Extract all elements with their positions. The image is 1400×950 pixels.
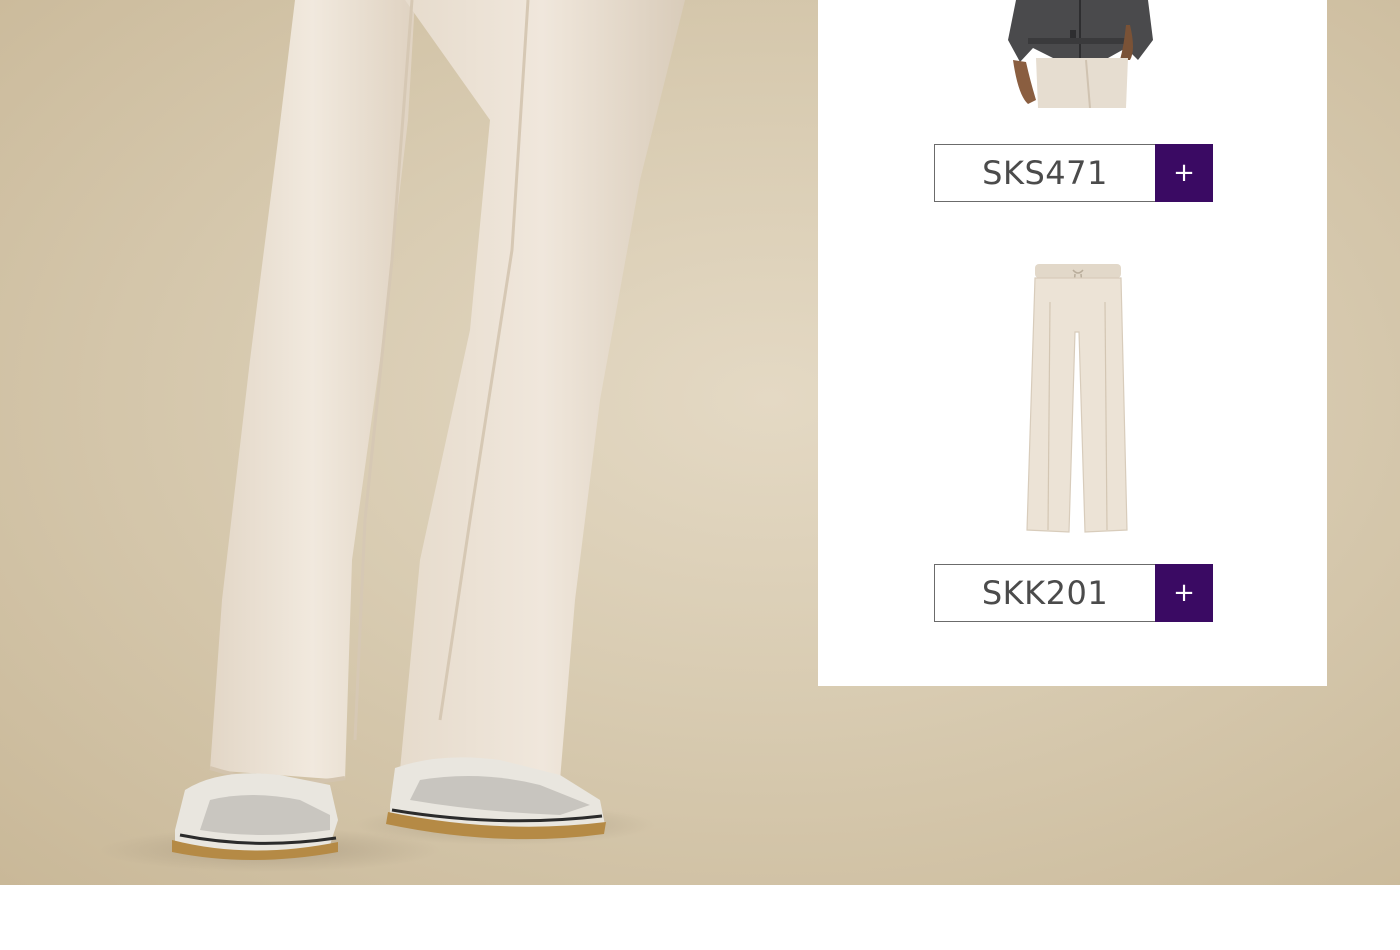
product-row-skk201: SKK201 + bbox=[934, 564, 1213, 622]
add-to-cart-button[interactable]: + bbox=[1155, 144, 1213, 202]
product-row-sks471: SKS471 + bbox=[934, 144, 1213, 202]
jacket-outfit-thumbnail[interactable] bbox=[1008, 0, 1153, 108]
shop-the-look-card: SKS471 + SKK201 + bbox=[818, 0, 1327, 686]
trousers-icon bbox=[1026, 264, 1128, 533]
sku-label: SKS471 bbox=[934, 144, 1155, 202]
jacket-outfit-icon bbox=[1008, 0, 1153, 108]
add-to-cart-button[interactable]: + bbox=[1155, 564, 1213, 622]
sku-label: SKK201 bbox=[934, 564, 1155, 622]
trousers-thumbnail[interactable] bbox=[1023, 262, 1133, 537]
